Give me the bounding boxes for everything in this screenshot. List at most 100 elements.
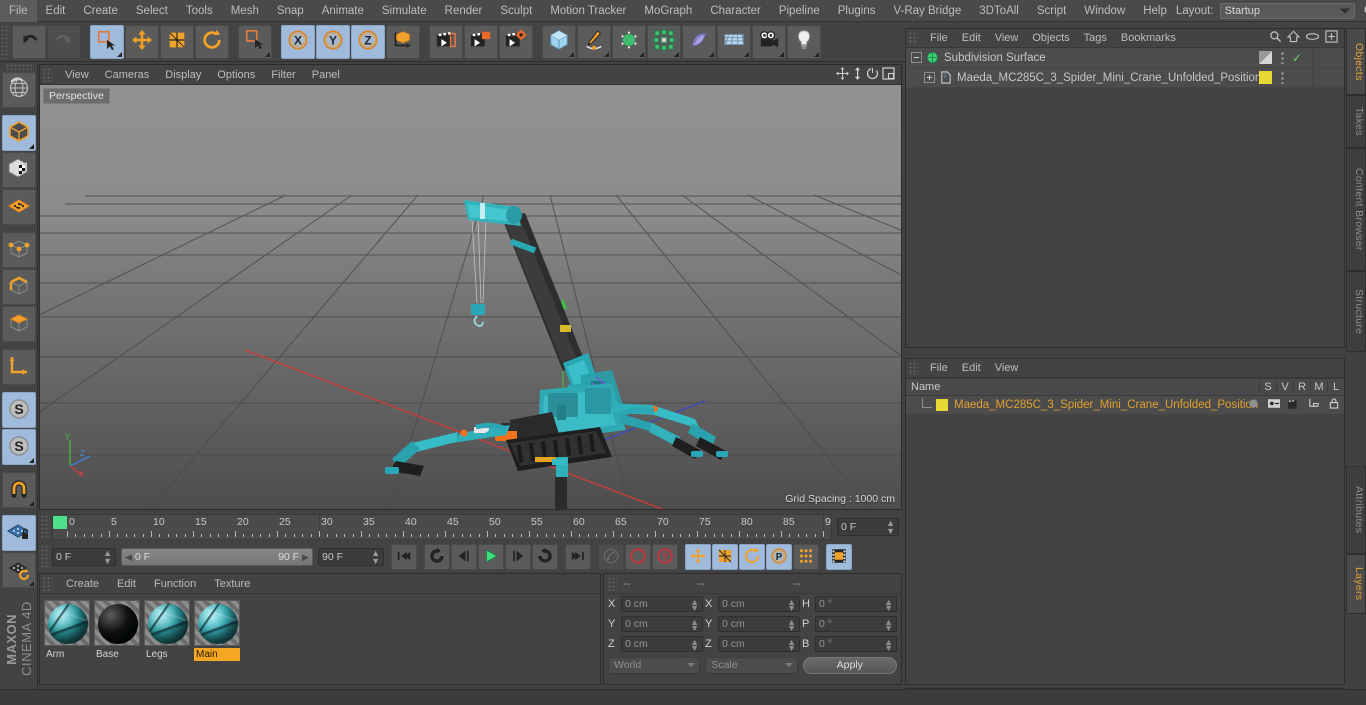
key-scale-button[interactable] (712, 544, 738, 570)
layer-column-v[interactable]: V (1276, 381, 1293, 393)
viewport-menu-view[interactable]: View (57, 69, 97, 81)
menu-item-create[interactable]: Create (74, 0, 127, 22)
camera-button[interactable] (752, 24, 786, 59)
apply-button[interactable]: Apply (802, 656, 897, 674)
spinner-icon[interactable]: ▲ ▼ (884, 638, 893, 653)
right-tab-layers[interactable]: Layers (1346, 554, 1366, 614)
layout-dropdown[interactable]: Startup (1219, 2, 1355, 19)
submenu-corner-icon[interactable] (28, 144, 34, 150)
render-view-button[interactable] (429, 24, 463, 59)
object-menu-edit[interactable]: Edit (955, 32, 988, 44)
range-left-arrow-icon[interactable]: ◀ (125, 552, 132, 563)
coordinate-field-position[interactable]: 0 cm ▲ ▼ (621, 636, 703, 653)
menu-item-script[interactable]: Script (1028, 0, 1075, 22)
layer-menu-file[interactable]: File (923, 362, 955, 374)
home-icon[interactable] (1286, 30, 1301, 46)
rotate-button[interactable] (195, 24, 229, 59)
transport-grip[interactable] (41, 545, 50, 569)
submenu-corner-icon[interactable] (709, 51, 714, 57)
submenu-corner-icon[interactable] (28, 501, 34, 507)
object-manager-grip[interactable] (909, 31, 918, 45)
key-rotation-button[interactable] (739, 544, 765, 570)
material-preview[interactable] (144, 600, 190, 646)
layer-menu-view[interactable]: View (988, 362, 1026, 374)
layer-column-name[interactable]: Name (906, 381, 1259, 393)
nurbs-generator-button[interactable] (612, 24, 646, 59)
layer-name[interactable]: Maeda_MC285C_3_Spider_Mini_Crane_Unfolde… (954, 399, 1258, 411)
x-axis-button[interactable]: X (281, 24, 315, 59)
object-axis-button[interactable] (1, 349, 36, 386)
visibility-dots[interactable] (1281, 52, 1284, 64)
coordinate-field-rotation[interactable]: 0 ° ▲ ▼ (815, 636, 897, 653)
coordinate-field-size[interactable]: 0 cm ▲ ▼ (718, 636, 800, 653)
timeline-ruler[interactable]: 0 5 10 15 20 25 30 35 40 45 50 55 60 65 70 75 80 85 90 (52, 514, 832, 540)
light-button[interactable] (787, 24, 821, 59)
undo-button[interactable] (12, 24, 46, 59)
material-menu-texture[interactable]: Texture (205, 578, 259, 590)
submenu-corner-icon[interactable] (604, 51, 609, 57)
expand-plus-icon[interactable] (924, 72, 935, 83)
environment-floor-button[interactable] (717, 24, 751, 59)
workplane-lock-button[interactable] (1, 515, 36, 552)
key-point-level-button[interactable] (793, 544, 819, 570)
menu-item-animate[interactable]: Animate (313, 0, 373, 22)
menu-item-character[interactable]: Character (701, 0, 770, 22)
viewport-menu-options[interactable]: Options (209, 69, 263, 81)
coordinate-manager-grip[interactable] (608, 576, 617, 591)
play-backwards-loop-button[interactable] (424, 544, 450, 570)
deformer-button[interactable] (682, 24, 716, 59)
object-menu-view[interactable]: View (988, 32, 1026, 44)
material-swatch[interactable]: Main (194, 600, 240, 661)
play-loop-button[interactable] (532, 544, 558, 570)
enabled-check-icon[interactable]: ✓ (1292, 51, 1302, 65)
polygons-mode-button[interactable] (1, 306, 36, 343)
menu-item-snap[interactable]: Snap (268, 0, 313, 22)
texture-mode-button[interactable] (1, 152, 36, 189)
lock-icon[interactable] (1325, 398, 1342, 412)
coordinate-field-size[interactable]: 0 cm ▲ ▼ (718, 596, 800, 613)
menu-item-help[interactable]: Help (1134, 0, 1176, 22)
right-tab-objects[interactable]: Objects (1346, 28, 1366, 95)
left-toolbar-grip[interactable] (5, 64, 32, 71)
right-tab-content-browser[interactable]: Content Browser (1346, 148, 1366, 271)
coordinate-field-size[interactable]: 0 cm ▲ ▼ (718, 616, 800, 633)
object-row[interactable]: Subdivision Surface ✓ (906, 48, 1344, 68)
submenu-corner-icon[interactable] (674, 51, 679, 57)
current-frame-field[interactable]: 0 F ▲ ▼ (837, 518, 899, 536)
menu-item-mesh[interactable]: Mesh (222, 0, 268, 22)
coordinate-field-rotation[interactable]: 0 ° ▲ ▼ (815, 616, 897, 633)
model-mode-button[interactable] (1, 115, 36, 152)
viewport-pan-icon[interactable] (852, 66, 863, 83)
menu-item-mograph[interactable]: MoGraph (635, 0, 701, 22)
material-swatch[interactable]: Base (94, 600, 140, 661)
layer-menu-edit[interactable]: Edit (955, 362, 988, 374)
layer-color-swatch[interactable] (936, 399, 948, 411)
right-tab-takes[interactable]: Takes (1346, 95, 1366, 148)
end-frame-field[interactable]: 90 F ▲ ▼ (318, 548, 384, 566)
viewport-menu-panel[interactable]: Panel (304, 69, 348, 81)
workplane-rotate-button[interactable] (1, 552, 36, 589)
material-swatch[interactable]: Legs (144, 600, 190, 661)
menu-item-simulate[interactable]: Simulate (373, 0, 436, 22)
key-parameter-button[interactable]: P (766, 544, 792, 570)
material-swatch[interactable]: Arm (44, 600, 90, 661)
submenu-corner-icon[interactable] (639, 51, 644, 57)
y-axis-button[interactable]: Y (316, 24, 350, 59)
object-menu-bookmarks[interactable]: Bookmarks (1114, 32, 1183, 44)
object-name[interactable]: Subdivision Surface (944, 52, 1046, 64)
spinner-icon[interactable]: ▲ ▼ (690, 638, 699, 653)
enable-snapping-button[interactable]: S (1, 392, 36, 429)
z-axis-button[interactable]: Z (351, 24, 385, 59)
go-to-end-button[interactable] (565, 544, 591, 570)
spinner-icon[interactable]: ▲ ▼ (787, 618, 796, 633)
scale-button[interactable] (160, 24, 194, 59)
cube-primitive-button[interactable] (542, 24, 576, 59)
snap-settings-button[interactable]: S (1, 429, 36, 466)
menu-item-render[interactable]: Render (436, 0, 492, 22)
submenu-corner-icon[interactable] (28, 581, 34, 587)
magnet-tool-button[interactable] (1, 472, 36, 509)
material-menu-edit[interactable]: Edit (108, 578, 145, 590)
menu-item-plugins[interactable]: Plugins (829, 0, 885, 22)
edges-mode-button[interactable] (1, 269, 36, 306)
add-layer-icon[interactable] (1325, 30, 1338, 46)
